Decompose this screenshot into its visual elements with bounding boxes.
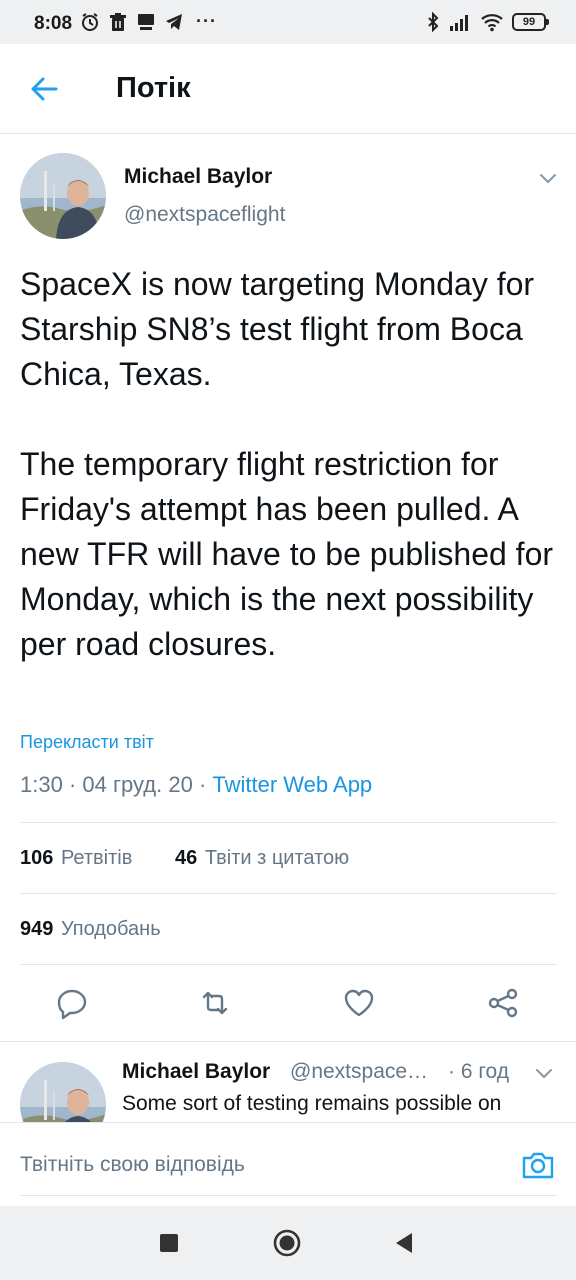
divider (20, 964, 557, 965)
camera-icon[interactable] (520, 1147, 556, 1183)
tweet-text: SpaceX is now targeting Monday for Stars… (20, 266, 554, 662)
trash-icon (110, 12, 126, 31)
quotes-label: Твіти з цитатою (204, 847, 350, 869)
notification-icons: ··· (80, 11, 217, 32)
battery-icon: 99 (512, 13, 549, 31)
app-header: Потік (0, 44, 576, 134)
chevron-down-icon[interactable] (532, 1061, 556, 1085)
author-handle[interactable]: @nextspaceflight (124, 203, 285, 227)
tweet-date: 04 груд. 20 (82, 772, 193, 797)
back-arrow-icon[interactable] (26, 71, 62, 107)
bluetooth-icon (428, 12, 439, 32)
likes-stat[interactable]: 949 Уподобань (20, 918, 161, 941)
reply-icon[interactable] (54, 985, 90, 1021)
chat-icon (138, 13, 154, 30)
quotes-count: 46 (175, 847, 198, 869)
status-time: 8:08 (34, 13, 73, 34)
reply-author-name[interactable]: Michael Baylor (122, 1060, 270, 1084)
reply-timestamp: · 6 год (448, 1060, 510, 1083)
meta-separator: · (198, 772, 207, 797)
divider (20, 1195, 557, 1196)
retweets-stat[interactable]: 106 Ретвітів (20, 847, 132, 870)
status-bar: 8:08 ··· 99 (0, 0, 576, 44)
more-notifications-icon: ··· (196, 11, 217, 31)
reply-author-handle[interactable]: @nextspace… (290, 1060, 428, 1084)
tweet-time: 1:30 (20, 772, 63, 797)
chevron-down-icon[interactable] (536, 166, 560, 190)
wifi-icon (481, 14, 503, 32)
back-nav-icon[interactable] (390, 1228, 420, 1258)
alarm-icon (82, 12, 98, 31)
retweets-label: Ретвітів (60, 847, 133, 869)
author-name[interactable]: Michael Baylor (124, 165, 272, 189)
square-nav-icon[interactable] (154, 1228, 184, 1258)
home-nav-icon[interactable] (272, 1228, 302, 1258)
likes-label: Уподобань (60, 918, 161, 940)
system-navigation-bar (0, 1206, 576, 1280)
reply-compose-bar: Твітніть свою відповідь (0, 1122, 576, 1206)
retweets-count: 106 (20, 847, 54, 869)
quotes-stat[interactable]: 46 Твіти з цитатою (175, 847, 349, 870)
page-title: Потік (116, 72, 191, 104)
retweet-icon[interactable] (197, 985, 233, 1021)
tweet-source-app[interactable]: Twitter Web App (212, 772, 372, 797)
reply-input[interactable]: Твітніть свою відповідь (20, 1153, 245, 1177)
divider (20, 822, 557, 823)
like-icon[interactable] (341, 985, 377, 1021)
divider (0, 1041, 576, 1042)
avatar[interactable] (20, 153, 106, 239)
system-icons: 99 (426, 12, 549, 32)
divider (20, 893, 557, 894)
likes-count: 949 (20, 918, 54, 940)
avatar-photo (20, 153, 106, 239)
translate-tweet-link[interactable]: Перекласти твіт (20, 732, 154, 753)
telegram-icon (166, 13, 182, 30)
signal-icon (450, 15, 468, 31)
share-icon[interactable] (485, 985, 521, 1021)
meta-separator: · (68, 772, 77, 797)
tweet-meta: 1:30 · 04 груд. 20 · Twitter Web App (20, 772, 372, 798)
reply-text[interactable]: Some sort of testing remains possible on (122, 1092, 501, 1116)
